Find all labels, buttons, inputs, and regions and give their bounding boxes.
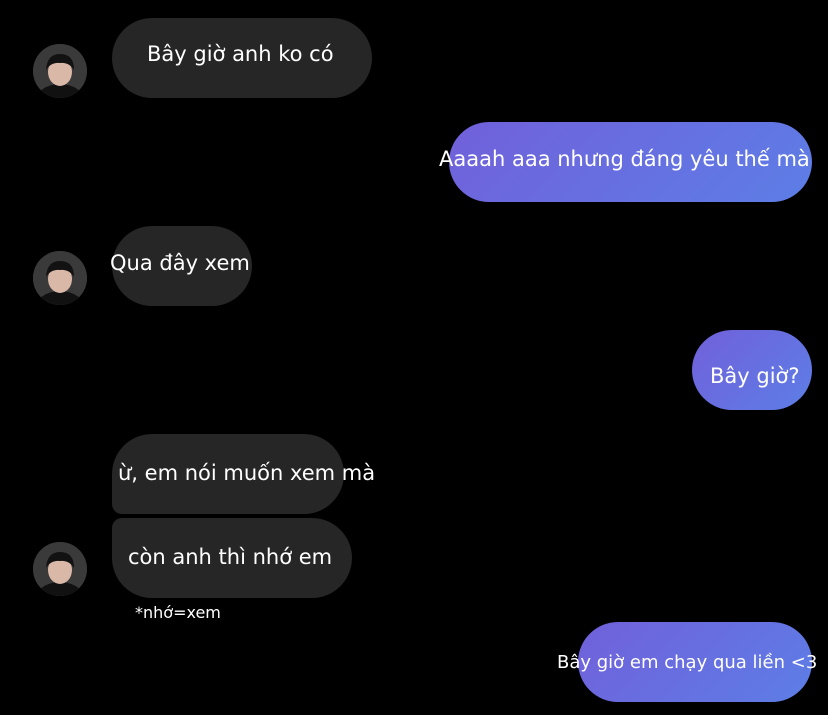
profile-photo-icon (33, 542, 87, 596)
message-text: Qua đây xem (110, 251, 250, 275)
message-text: Bây giờ em chạy qua liền <3 (557, 652, 818, 673)
message-text: Bây giờ anh ko có (147, 42, 334, 66)
message-bubble-incoming[interactable]: Bây giờ anh ko có (112, 18, 372, 98)
message-bubble-incoming[interactable]: ừ, em nói muốn xem mà (112, 434, 375, 514)
contact-avatar[interactable] (33, 542, 87, 596)
message-text: ừ, em nói muốn xem mà (118, 461, 376, 485)
message-bubble-incoming[interactable]: Qua đây xem (110, 226, 252, 306)
message-text: Bây giờ? (710, 364, 800, 388)
profile-photo-icon (33, 44, 87, 98)
message-text: còn anh thì nhớ em (128, 545, 333, 569)
profile-photo-icon (33, 251, 87, 305)
message-bubble-outgoing[interactable]: Aaaah aaa nhưng đáng yêu thế mà (439, 122, 812, 202)
message-text: Aaaah aaa nhưng đáng yêu thế mà (439, 147, 810, 171)
contact-avatar[interactable] (33, 251, 87, 305)
message-bubble-outgoing[interactable]: Bây giờ em chạy qua liền <3 (557, 622, 817, 702)
message-bubble-outgoing[interactable]: Bây giờ? (692, 330, 812, 410)
contact-avatar[interactable] (33, 44, 87, 98)
annotation-note: *nhớ=xem (135, 603, 221, 622)
message-bubble-incoming[interactable]: còn anh thì nhớ em (112, 518, 352, 598)
